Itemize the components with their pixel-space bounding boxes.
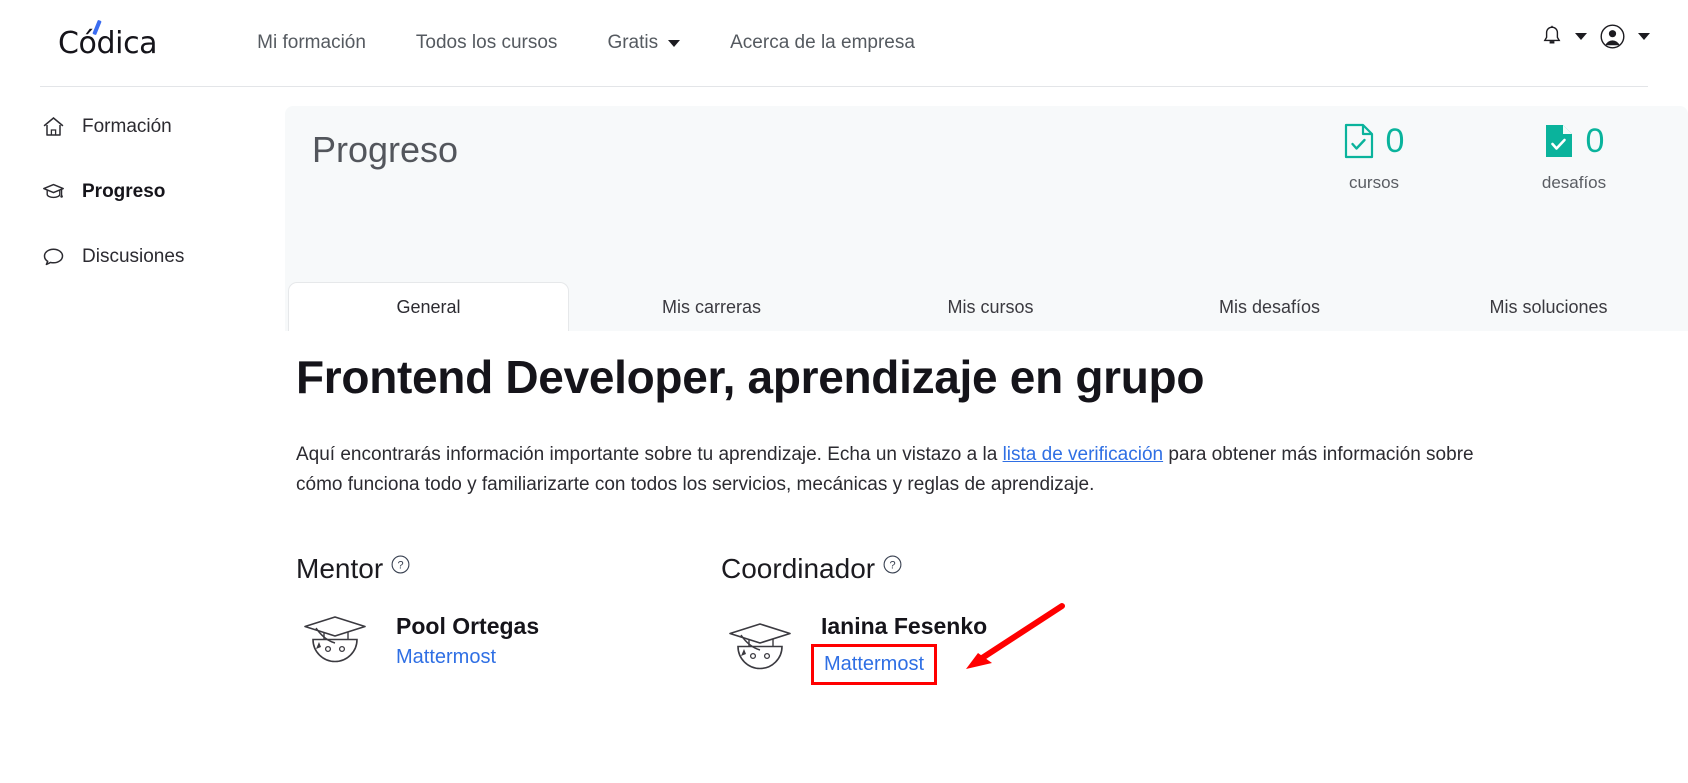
- document-check-outline-icon: [1344, 123, 1374, 159]
- stat-value: 0: [1386, 124, 1405, 158]
- tab-label: Mis soluciones: [1489, 297, 1607, 317]
- app-root: Códica Mi formación Todos los cursos Gra…: [0, 0, 1688, 783]
- stat-desafios: 0 desafíos: [1514, 123, 1634, 193]
- svg-text:?: ?: [398, 559, 404, 571]
- tab-mis-soluciones[interactable]: Mis soluciones: [1409, 283, 1688, 331]
- notifications-chevron-down-icon[interactable]: [1575, 33, 1587, 40]
- left-sidebar: Formación Progreso Discusiones: [0, 110, 290, 305]
- tab-mis-carreras[interactable]: Mis carreras: [572, 283, 851, 331]
- coordinator-mattermost-link[interactable]: Mattermost: [811, 644, 937, 685]
- intro-paragraph: Aquí encontrarás información importante …: [296, 440, 1506, 501]
- bell-icon[interactable]: [1542, 25, 1562, 48]
- stat-top-row: 0: [1514, 123, 1634, 159]
- sidebar-item-label: Discusiones: [82, 246, 184, 268]
- stat-label: desafíos: [1514, 173, 1634, 193]
- top-navigation-bar: Códica Mi formación Todos los cursos Gra…: [0, 0, 1688, 86]
- tab-label: Mis desafíos: [1219, 297, 1320, 317]
- chat-bubble-icon: [42, 245, 65, 268]
- nav-link-mi-formacion[interactable]: Mi formación: [232, 32, 391, 54]
- course-heading: Frontend Developer, aprendizaje en grupo: [296, 350, 1596, 404]
- graduate-face-icon: [721, 620, 799, 676]
- primary-nav-links: Mi formación Todos los cursos Gratis Ace…: [232, 32, 940, 54]
- nav-link-todos-los-cursos[interactable]: Todos los cursos: [391, 32, 583, 54]
- coordinator-name: Ianina Fesenko: [821, 611, 987, 642]
- chevron-down-icon: [668, 40, 680, 47]
- mentor-person-row: Pool Ortegas Mattermost: [296, 611, 721, 672]
- lista-de-verificacion-link[interactable]: lista de verificación: [1003, 444, 1164, 465]
- nav-link-label: Acerca de la empresa: [730, 32, 915, 53]
- graduation-cap-icon: [42, 180, 65, 203]
- stat-cursos: 0 cursos: [1314, 123, 1434, 193]
- topnav-divider: [40, 86, 1648, 87]
- mentor-column: Mentor ?: [296, 553, 721, 685]
- user-avatar-icon[interactable]: [1600, 24, 1625, 49]
- graduate-face-icon: [296, 613, 374, 669]
- nav-link-gratis[interactable]: Gratis: [582, 32, 705, 54]
- tab-label: General: [396, 297, 460, 317]
- coordinator-details: Ianina Fesenko Mattermost: [821, 611, 987, 685]
- sidebar-item-progreso[interactable]: Progreso: [0, 175, 290, 208]
- nav-link-acerca-de-la-empresa[interactable]: Acerca de la empresa: [705, 32, 940, 54]
- tab-mis-desafios[interactable]: Mis desafíos: [1130, 283, 1409, 331]
- progress-stats: 0 cursos 0 desafíos: [1314, 123, 1634, 193]
- question-mark-circle-icon[interactable]: ?: [391, 553, 410, 574]
- stat-top-row: 0: [1314, 123, 1434, 159]
- stat-value: 0: [1586, 124, 1605, 158]
- svg-text:?: ?: [890, 559, 896, 571]
- nav-link-label: Mi formación: [257, 32, 366, 53]
- mentor-name: Pool Ortegas: [396, 611, 539, 642]
- mentor-details: Pool Ortegas Mattermost: [396, 611, 539, 672]
- tab-mis-cursos[interactable]: Mis cursos: [851, 283, 1130, 331]
- sidebar-item-label: Progreso: [82, 181, 165, 203]
- sidebar-item-discusiones[interactable]: Discusiones: [0, 240, 290, 273]
- coordinator-person-row: Ianina Fesenko Mattermost: [721, 611, 1146, 685]
- account-chevron-down-icon[interactable]: [1638, 33, 1650, 40]
- sidebar-item-formacion[interactable]: Formación: [0, 110, 290, 143]
- sidebar-item-label: Formación: [82, 116, 172, 138]
- tab-general[interactable]: General: [288, 282, 569, 331]
- stat-label: cursos: [1314, 173, 1434, 193]
- brand-logo[interactable]: Códica: [58, 26, 157, 61]
- mentor-role-heading: Mentor ?: [296, 553, 721, 585]
- coordinator-role-heading: Coordinador ?: [721, 553, 1146, 585]
- nav-right-controls: [1542, 24, 1650, 49]
- people-section: Mentor ?: [296, 553, 1596, 685]
- tab-label: Mis cursos: [947, 297, 1033, 317]
- role-label: Mentor: [296, 553, 383, 585]
- coordinator-column: Coordinador ?: [721, 553, 1146, 685]
- home-icon: [42, 115, 65, 138]
- tab-label: Mis carreras: [662, 297, 761, 317]
- question-mark-circle-icon[interactable]: ?: [883, 553, 902, 574]
- document-check-filled-icon: [1544, 123, 1574, 159]
- nav-link-label: Gratis: [607, 32, 658, 54]
- main-content: Frontend Developer, aprendizaje en grupo…: [296, 350, 1596, 685]
- nav-link-label: Todos los cursos: [416, 32, 558, 53]
- role-label: Coordinador: [721, 553, 875, 585]
- brand-logo-text: Códica: [58, 26, 157, 61]
- mentor-mattermost-link[interactable]: Mattermost: [396, 642, 496, 672]
- progress-tabs: General Mis carreras Mis cursos Mis desa…: [285, 284, 1688, 331]
- intro-text-before-link: Aquí encontrarás información importante …: [296, 444, 1003, 465]
- page-title: Progreso: [312, 129, 458, 171]
